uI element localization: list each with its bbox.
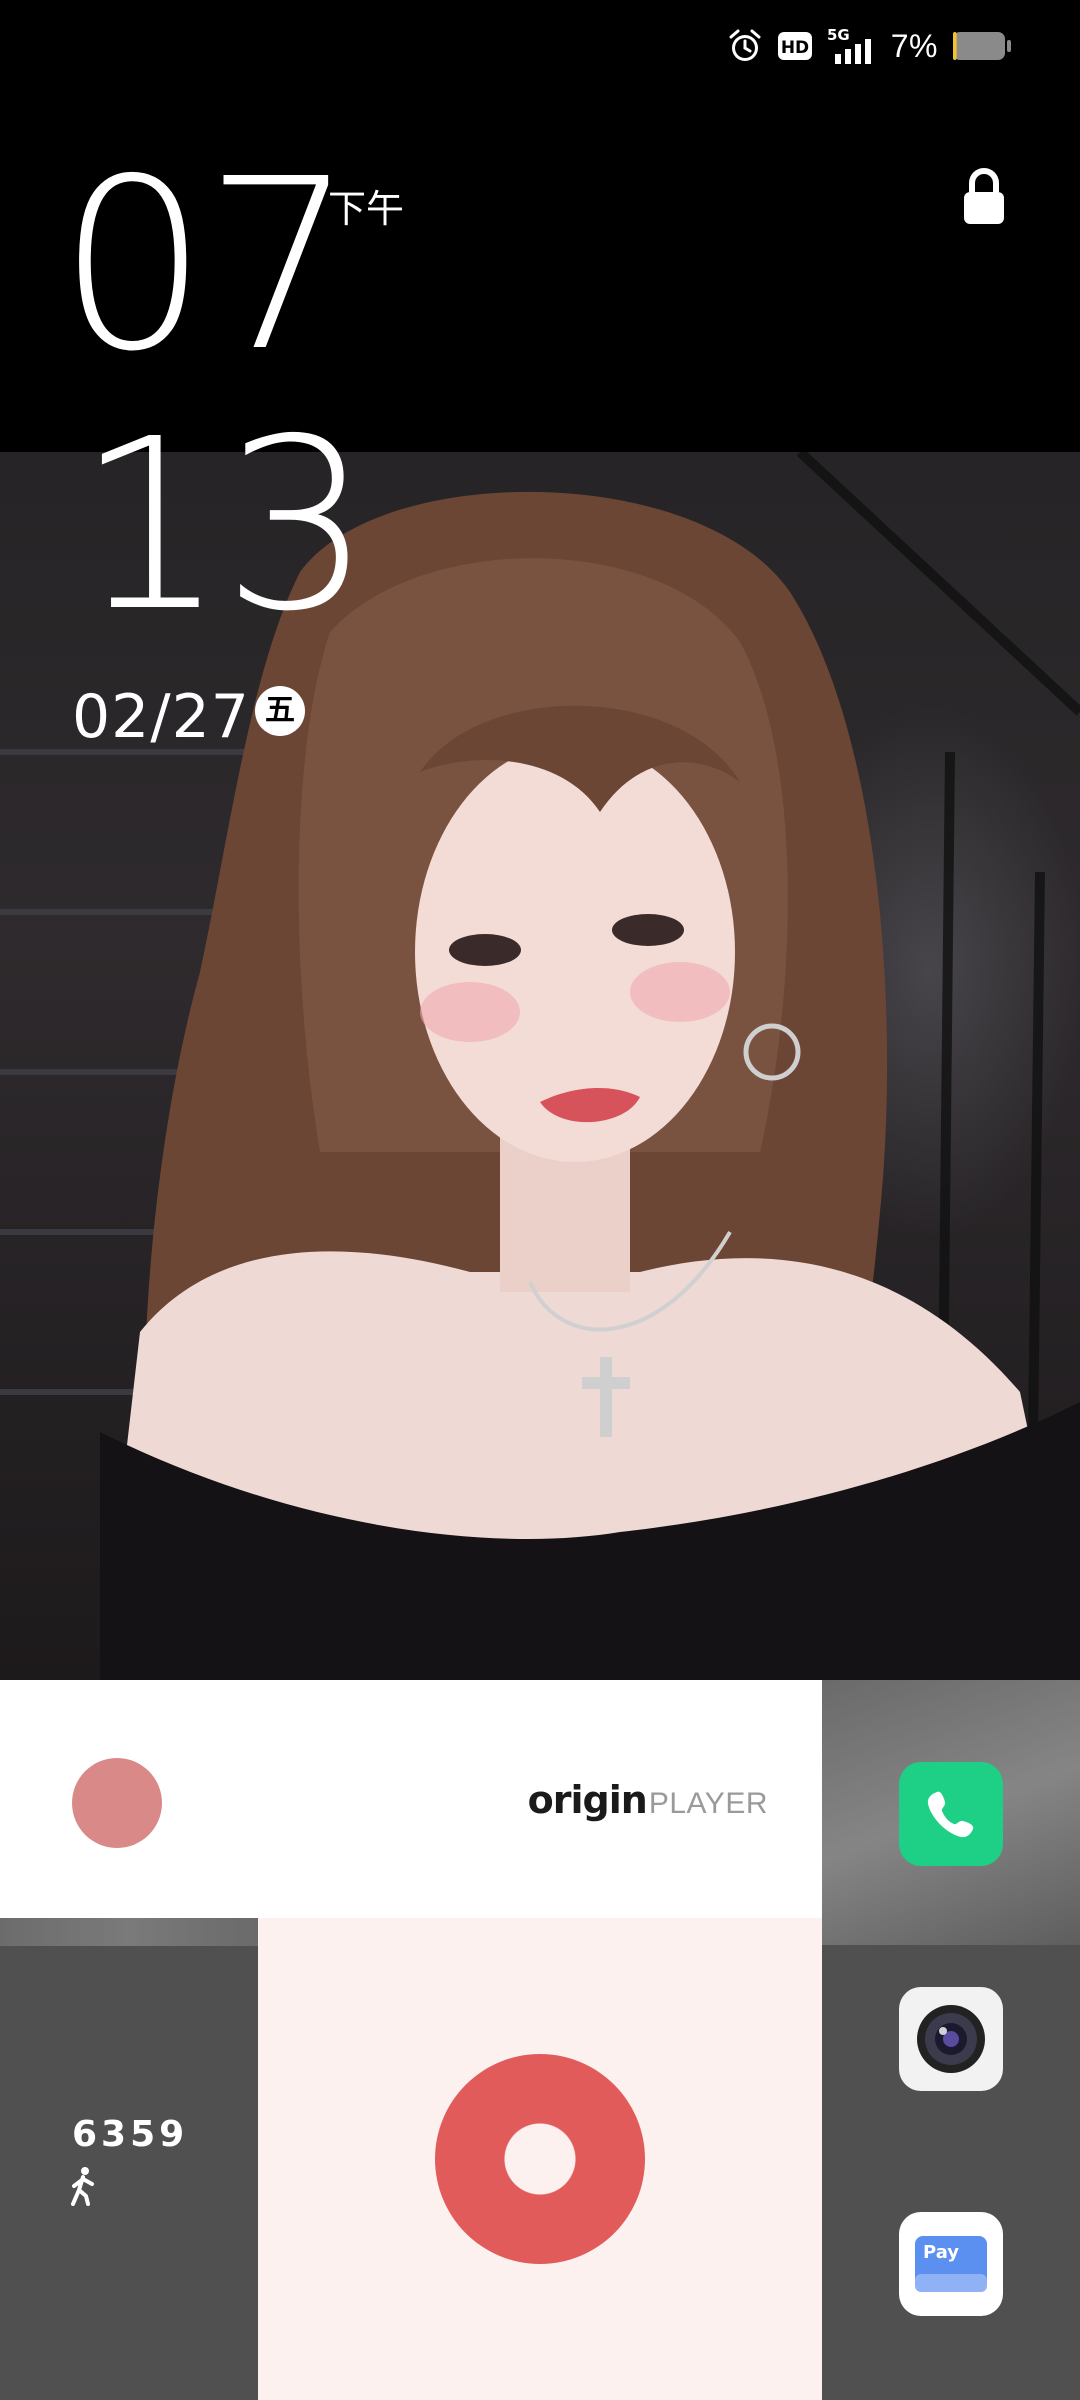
lock-screen: HD 5G 7% 07 下午 13 02/27 五 origin PLAYER [0,0,1080,2400]
phone-app-button[interactable] [899,1762,1003,1866]
weekday-badge: 五 [255,686,305,736]
status-bar: HD 5G 7% [727,24,1012,68]
date-label: 02/27 [72,682,250,752]
battery-icon [953,32,1011,60]
camera-icon [917,2005,985,2073]
steps-widget[interactable]: 6359 [0,1918,258,2400]
am-pm-label: 下午 [328,187,405,231]
brand-sub-text: PLAYER [648,1787,768,1820]
lock-icon[interactable] [960,166,1008,231]
record-button[interactable] [435,2054,645,2264]
origin-player-widget[interactable]: origin PLAYER [0,1680,822,1918]
svg-text:HD: HD [781,38,809,58]
5g-signal-icon: 5G [827,26,871,64]
svg-text:Pay: Pay [923,2242,959,2263]
walking-icon [68,2166,98,2211]
battery-percent: 7% [890,27,938,64]
pay-app-button[interactable]: Pay [899,2212,1003,2316]
clock-minute: 13 [76,388,372,663]
player-dot[interactable] [72,1758,162,1848]
phone-icon [927,1791,974,1838]
brand-main-text: origin [527,1778,648,1822]
app-dock: Pay [822,1680,1080,2400]
alarm-icon [729,29,761,61]
clock-hour: 07 [58,128,354,403]
player-brand-logo: origin PLAYER [528,1778,768,1822]
pay-icon: Pay [915,2236,987,2292]
hd-icon: HD [777,32,812,60]
camera-app-button[interactable] [899,1987,1003,2091]
steps-count: 6359 [72,2114,189,2155]
steps-photo-strip [0,1918,258,1946]
svg-text:5G: 5G [827,26,850,44]
record-widget[interactable] [258,1918,822,2400]
